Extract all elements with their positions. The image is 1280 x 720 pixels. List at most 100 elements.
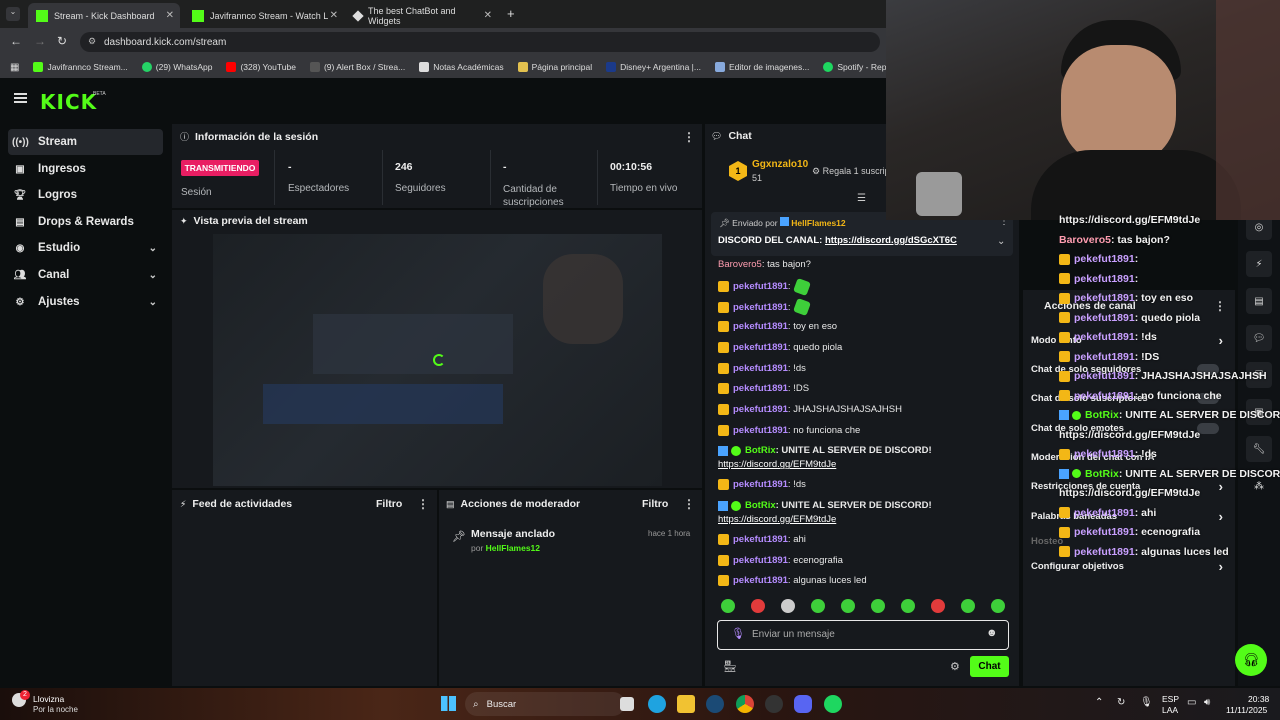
chat-username[interactable]: pekefut1891 bbox=[733, 321, 788, 332]
emote-icon[interactable] bbox=[781, 599, 795, 613]
emote-icon[interactable] bbox=[721, 599, 735, 613]
mod-menu-icon[interactable]: ⋮ bbox=[683, 497, 695, 511]
chat-input-box[interactable]: 🎙︎ Enviar un mensaje ☻ bbox=[717, 620, 1009, 650]
site-info-icon[interactable]: ⚙ bbox=[88, 36, 96, 47]
sidebar-item-canal[interactable]: 👥︎ Canal ⌄ bbox=[8, 262, 163, 288]
weather-text[interactable]: Llovizna bbox=[33, 694, 64, 704]
collapse-gifters-icon[interactable]: ☰ bbox=[857, 193, 866, 204]
network-icon[interactable]: ▭ bbox=[1187, 697, 1196, 708]
steam-icon[interactable] bbox=[706, 695, 724, 713]
close-tab-icon[interactable]: ✕ bbox=[330, 10, 338, 21]
emote-icon[interactable] bbox=[991, 599, 1005, 613]
chat-link[interactable]: https://discord.gg/EFM9tdJe bbox=[718, 514, 836, 525]
emote-icon[interactable] bbox=[792, 298, 811, 317]
url-bar[interactable]: ⚙ dashboard.kick.com/stream bbox=[80, 32, 880, 52]
sidebar-item-logros[interactable]: 🏆︎ Logros bbox=[8, 182, 163, 208]
file-explorer-icon[interactable] bbox=[620, 697, 634, 711]
tab-javifrannco[interactable]: Javifrannco Stream - Watch Live ✕ bbox=[184, 3, 344, 28]
top-gifter-name[interactable]: Ggxnzalo10 bbox=[752, 159, 808, 170]
emote-icon[interactable] bbox=[961, 599, 975, 613]
tray-app-icon[interactable]: ↻ bbox=[1117, 697, 1125, 708]
chat-username[interactable]: pekefut1891 bbox=[733, 383, 788, 394]
chat-settings-icon[interactable]: ⚙ bbox=[950, 660, 960, 673]
pinned-link[interactable]: https://discord.gg/dSGcXT6C bbox=[825, 235, 957, 246]
tab-list-button[interactable]: ⌄ bbox=[6, 7, 20, 21]
emote-icon[interactable] bbox=[792, 277, 811, 296]
reload-icon[interactable]: ↻ bbox=[57, 34, 67, 48]
microphone-icon[interactable]: 🎙︎ bbox=[731, 627, 745, 640]
bookmark-item[interactable]: (328) YouTube bbox=[226, 62, 296, 72]
volume-icon[interactable]: 🔊︎ bbox=[1204, 697, 1210, 708]
tray-microphone-icon[interactable]: 🎙︎ bbox=[1140, 697, 1153, 708]
sidebar-item-ingresos[interactable]: ▣ Ingresos bbox=[8, 156, 163, 182]
wrench-icon[interactable]: 🔧︎ bbox=[1246, 436, 1272, 462]
chat-icon[interactable]: 💬︎ bbox=[1246, 325, 1272, 351]
language-indicator[interactable]: ESP bbox=[1162, 694, 1179, 704]
forward-icon[interactable]: → bbox=[34, 34, 46, 48]
pinned-by-user[interactable]: HellFlames12 bbox=[791, 218, 845, 228]
discord-icon[interactable] bbox=[794, 695, 812, 713]
emote-icon[interactable] bbox=[901, 599, 915, 613]
chat-username[interactable]: pekefut1891 bbox=[733, 479, 788, 490]
mod-filter-button[interactable]: Filtro bbox=[642, 498, 668, 510]
chat-username[interactable]: pekefut1891 bbox=[733, 575, 788, 586]
chat-username[interactable]: pekefut1891 bbox=[733, 281, 788, 292]
close-tab-icon[interactable]: ✕ bbox=[166, 10, 174, 21]
help-button[interactable]: 🎧︎ bbox=[1235, 644, 1267, 676]
chat-username[interactable]: pekefut1891 bbox=[733, 363, 788, 374]
kick-logo[interactable]: KICK bbox=[40, 90, 97, 114]
stream-preview-video[interactable] bbox=[213, 234, 662, 486]
bookmark-item[interactable]: Página principal bbox=[517, 62, 592, 72]
chat-username[interactable]: pekefut1891 bbox=[733, 425, 788, 436]
windows-start-icon[interactable] bbox=[441, 696, 456, 711]
chat-username[interactable]: pekefut1891 bbox=[733, 534, 788, 545]
pinned-expand-icon[interactable]: ⌄ bbox=[997, 236, 1005, 247]
emote-icon[interactable] bbox=[871, 599, 885, 613]
sidebar-item-drops[interactable]: ▤ Drops & Rewards bbox=[8, 209, 163, 235]
chat-username[interactable]: Barovero5 bbox=[718, 259, 762, 270]
chat-username[interactable]: pekefut1891 bbox=[733, 555, 788, 566]
spotify-icon[interactable] bbox=[824, 695, 842, 713]
sidebar-item-estudio[interactable]: ◉ Estudio ⌄ bbox=[8, 235, 163, 261]
feed-menu-icon[interactable]: ⋮ bbox=[417, 497, 429, 511]
store-icon[interactable]: 🏪︎ bbox=[723, 660, 737, 673]
new-tab-button[interactable]: + bbox=[507, 6, 515, 21]
channel-action-item[interactable]: Configurar objetivos › bbox=[1031, 559, 1227, 574]
bookmark-item[interactable]: (29) WhatsApp bbox=[141, 62, 212, 72]
chat-username[interactable]: pekefut1891 bbox=[733, 302, 788, 313]
bookmark-item[interactable]: Disney+ Argentina |... bbox=[606, 62, 701, 72]
folder-icon[interactable] bbox=[677, 695, 695, 713]
bookmark-item[interactable]: Editor de imagenes... bbox=[714, 62, 809, 72]
emote-icon[interactable] bbox=[811, 599, 825, 613]
edge-icon[interactable] bbox=[648, 695, 666, 713]
apps-icon[interactable]: ▦ bbox=[10, 62, 19, 73]
chat-username[interactable]: BotRix bbox=[745, 500, 776, 511]
back-icon[interactable]: ← bbox=[10, 34, 22, 48]
chrome-icon[interactable] bbox=[736, 695, 754, 713]
channel-actions-menu-icon[interactable]: ⋮ bbox=[1214, 299, 1226, 313]
lightning-icon[interactable]: ⚡︎ bbox=[1246, 251, 1272, 277]
bookmark-item[interactable]: Javifrannco Stream... bbox=[33, 62, 128, 72]
chat-username[interactable]: BotRix bbox=[745, 445, 776, 456]
chat-username[interactable]: pekefut1891 bbox=[733, 404, 788, 415]
emote-icon[interactable] bbox=[841, 599, 855, 613]
bookmark-item[interactable]: (9) Alert Box / Strea... bbox=[309, 62, 405, 72]
emote-icon[interactable] bbox=[931, 599, 945, 613]
clock-time[interactable]: 20:38 bbox=[1248, 694, 1269, 704]
hamburger-menu-icon[interactable] bbox=[14, 93, 27, 103]
tab-kick-dashboard[interactable]: Stream - Kick Dashboard ✕ bbox=[28, 3, 180, 28]
bookmark-item[interactable]: Notas Académicas bbox=[419, 62, 504, 72]
sidebar-item-ajustes[interactable]: ⚙ Ajustes ⌄ bbox=[8, 289, 163, 315]
chat-send-button[interactable]: Chat bbox=[970, 656, 1009, 677]
close-tab-icon[interactable]: ✕ bbox=[484, 10, 492, 21]
emoji-icon[interactable]: ☻ bbox=[986, 627, 998, 639]
emote-icon[interactable] bbox=[751, 599, 765, 613]
toggle-switch[interactable] bbox=[1197, 423, 1219, 434]
tray-chevron-icon[interactable]: ⌃ bbox=[1095, 697, 1103, 708]
chat-link[interactable]: https://discord.gg/EFM9tdJe bbox=[718, 459, 836, 470]
chat-username[interactable]: pekefut1891 bbox=[733, 342, 788, 353]
feed-filter-button[interactable]: Filtro bbox=[376, 498, 402, 510]
taskbar-search[interactable]: ⌕ Buscar bbox=[465, 692, 625, 716]
clipboard-icon[interactable]: ▤ bbox=[1246, 288, 1272, 314]
sidebar-item-stream[interactable]: ((•)) Stream bbox=[8, 129, 163, 155]
